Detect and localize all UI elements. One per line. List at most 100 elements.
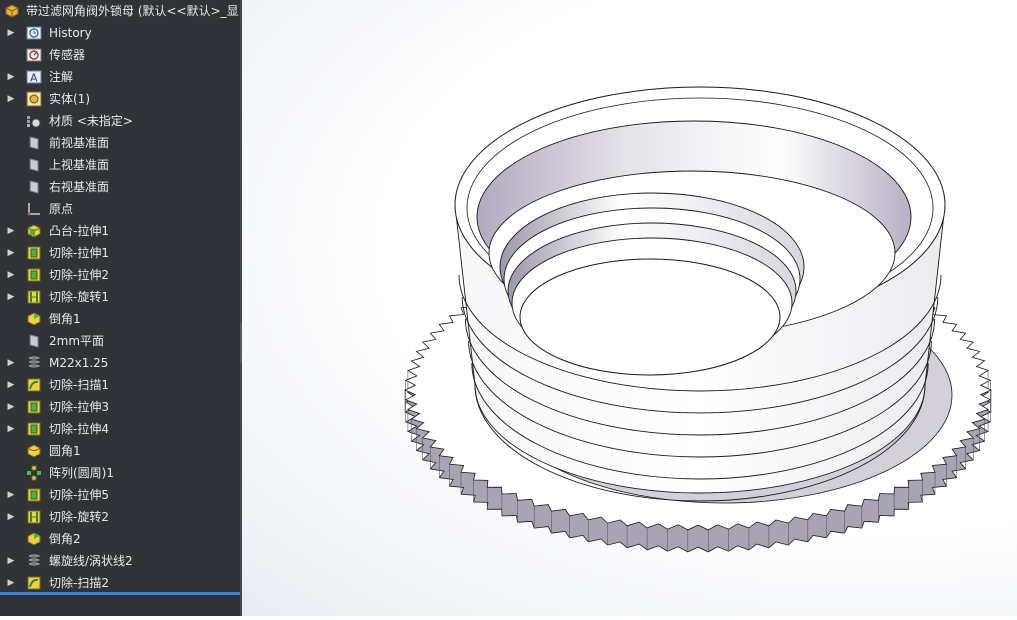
tree-item-label: 切除-拉伸4 — [49, 422, 109, 436]
tree-item[interactable]: ▶ 实体(1) — [0, 88, 240, 110]
plane-icon — [26, 333, 42, 349]
lock-nut-model — [404, 86, 992, 553]
expand-arrow-icon[interactable]: ▶ — [6, 484, 16, 506]
tree-item-label: 凸台-拉伸1 — [49, 224, 109, 238]
plane-icon — [26, 179, 42, 195]
tree-item-label: 切除-拉伸3 — [49, 400, 109, 414]
tree-item-label: 材质 <未指定> — [49, 114, 133, 128]
tree-item-label: 螺旋线/涡状线2 — [49, 554, 133, 568]
tree-scroll-indicator — [0, 592, 240, 595]
tree-item[interactable]: 前视基准面 — [0, 132, 240, 154]
solid-bodies-icon — [26, 91, 42, 107]
tree-item[interactable]: 倒角1 — [0, 308, 240, 330]
helix-icon — [26, 553, 42, 569]
expand-arrow-icon[interactable]: ▶ — [6, 506, 16, 528]
tree-item-label: 注解 — [49, 70, 74, 84]
part-icon — [4, 3, 20, 19]
cut-extrude-icon — [26, 245, 42, 261]
tree-item-label: 圆角1 — [49, 444, 81, 458]
expand-arrow-icon[interactable]: ▶ — [6, 264, 16, 286]
tree-item[interactable]: ▶ 切除-旋转2 — [0, 506, 240, 528]
tree-item[interactable]: ▶ M22x1.25 — [0, 352, 240, 374]
tree-item[interactable]: ▶ 切除-拉伸4 — [0, 418, 240, 440]
center-hole — [519, 258, 781, 376]
plane-icon — [26, 135, 42, 151]
tree-item[interactable]: 传感器 — [0, 44, 240, 66]
tree-item[interactable]: 圆角1 — [0, 440, 240, 462]
annotation-icon: A — [26, 69, 42, 85]
expand-arrow-icon[interactable]: ▶ — [6, 286, 16, 308]
chamfer-icon — [26, 531, 42, 547]
tree-item-label: History — [49, 26, 92, 40]
tree-item[interactable]: 材质 <未指定> — [0, 110, 240, 132]
tree-item[interactable]: ▶ 切除-旋转1 — [0, 286, 240, 308]
tree-item-label: M22x1.25 — [49, 356, 109, 370]
expand-arrow-icon[interactable]: ▶ — [6, 352, 16, 374]
history-icon — [26, 25, 42, 41]
graphics-viewport[interactable] — [242, 0, 1017, 616]
expand-arrow-icon[interactable]: ▶ — [6, 572, 16, 594]
cut-extrude-icon — [26, 267, 42, 283]
boss-extrude-icon — [26, 223, 42, 239]
chamfer-icon — [26, 311, 42, 327]
expand-arrow-icon[interactable]: ▶ — [6, 88, 16, 110]
tree-item-label: 2mm平面 — [49, 334, 105, 348]
threaded-body — [454, 86, 953, 504]
tree-item-label: 切除-拉伸5 — [49, 488, 109, 502]
tree-item-label: 上视基准面 — [49, 158, 110, 172]
tree-item[interactable]: 上视基准面 — [0, 154, 240, 176]
part-root-item[interactable]: 带过滤网角阀外锁母 (默认<<默认>_显 — [0, 0, 240, 22]
expand-arrow-icon[interactable]: ▶ — [6, 220, 16, 242]
sensor-icon — [26, 47, 42, 63]
expand-arrow-icon[interactable]: ▶ — [6, 242, 16, 264]
fillet-icon — [26, 443, 42, 459]
tree-item[interactable]: ▶ History — [0, 22, 240, 44]
expand-arrow-icon[interactable]: ▶ — [6, 418, 16, 440]
tree-item[interactable]: ▶ A 注解 — [0, 66, 240, 88]
tree-item-label: 切除-旋转2 — [49, 510, 109, 524]
tree-item-label: 切除-扫描2 — [49, 576, 109, 590]
material-icon — [26, 113, 42, 129]
svg-text:A: A — [30, 72, 38, 85]
tree-item[interactable]: ▶ 切除-拉伸3 — [0, 396, 240, 418]
tree-item-label: 切除-扫描1 — [49, 378, 109, 392]
expand-arrow-icon[interactable]: ▶ — [6, 22, 16, 44]
tree-item[interactable]: 2mm平面 — [0, 330, 240, 352]
tree-item-label: 传感器 — [49, 48, 86, 62]
tree-item-label: 前视基准面 — [49, 136, 110, 150]
cut-revolve-icon — [26, 509, 42, 525]
cut-sweep-icon — [26, 377, 42, 393]
tree-item-label: 切除-拉伸1 — [49, 246, 109, 260]
cut-sweep-icon — [26, 575, 42, 591]
origin-icon — [26, 201, 42, 217]
cut-extrude-icon — [26, 399, 42, 415]
expand-arrow-icon[interactable]: ▶ — [6, 374, 16, 396]
circular-pattern-icon — [26, 465, 42, 481]
tree-item[interactable]: ▶ 切除-扫描2 — [0, 572, 240, 594]
cut-extrude-icon — [26, 487, 42, 503]
expand-arrow-icon[interactable]: ▶ — [6, 550, 16, 572]
tree-item[interactable]: 倒角2 — [0, 528, 240, 550]
plane-icon — [26, 157, 42, 173]
tree-item[interactable]: 阵列(圆周)1 — [0, 462, 240, 484]
tree-item-label: 右视基准面 — [49, 180, 110, 194]
expand-arrow-icon[interactable]: ▶ — [6, 66, 16, 88]
tree-item[interactable]: ▶ 螺旋线/涡状线2 — [0, 550, 240, 572]
tree-item-label: 切除-旋转1 — [49, 290, 109, 304]
tree-item-label: 切除-拉伸2 — [49, 268, 109, 282]
feature-manager-tree: 带过滤网角阀外锁母 (默认<<默认>_显 ▶ History 传感器 ▶ A 注解 ▶ 实体(… — [0, 0, 240, 616]
tree-item[interactable]: ▶ 切除-扫描1 — [0, 374, 240, 396]
tree-item[interactable]: ▶ 切除-拉伸1 — [0, 242, 240, 264]
tree-item[interactable]: ▶ 凸台-拉伸1 — [0, 220, 240, 242]
helix-icon — [26, 355, 42, 371]
tree-item-label: 倒角2 — [49, 532, 81, 546]
tree-item[interactable]: ▶ 切除-拉伸5 — [0, 484, 240, 506]
tree-item[interactable]: ▶ 切除-拉伸2 — [0, 264, 240, 286]
tree-item[interactable]: 右视基准面 — [0, 176, 240, 198]
expand-arrow-icon[interactable]: ▶ — [6, 396, 16, 418]
tree-item-label: 原点 — [49, 202, 74, 216]
tree-item-label: 倒角1 — [49, 312, 81, 326]
part-title: 带过滤网角阀外锁母 (默认<<默认>_显 — [26, 4, 239, 18]
tree-item[interactable]: 原点 — [0, 198, 240, 220]
tree-item-label: 实体(1) — [49, 92, 90, 106]
